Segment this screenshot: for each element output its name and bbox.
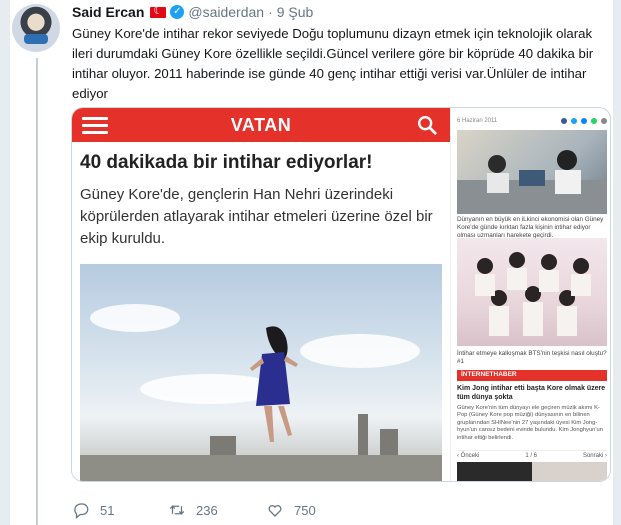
article-screenshot: VATAN 40 dakikada bir intihar ediyorlar!…	[72, 108, 450, 481]
tweet-header: Said Ercan ✓ @saiderdan · 9 Şub	[72, 3, 313, 21]
tweet-actions: 51 236 750	[72, 500, 366, 520]
sidebar-title: Kim Jong intihar etti başta Kore olmak ü…	[457, 385, 606, 401]
pager-count: 1 / 6	[525, 452, 537, 459]
retweet-icon	[169, 505, 185, 515]
sidebar-photo-classroom	[457, 130, 607, 214]
search-icon	[418, 116, 437, 135]
sidebar-topbar: 6 Haziran 2011	[457, 116, 607, 126]
sidebar-kicker: İNTERNETHABER	[457, 370, 607, 381]
woman-figure	[250, 326, 298, 442]
left-rail	[0, 0, 10, 525]
vatan-logo: VATAN	[230, 115, 292, 135]
share-icons	[561, 118, 607, 124]
retweet-count: 236	[196, 502, 218, 518]
right-rail	[613, 0, 621, 525]
like-button[interactable]: 750	[266, 501, 366, 519]
vatan-header: VATAN	[72, 108, 450, 142]
sidebar-body: Güney Kore'nin tüm dünyayı ele geçiren m…	[457, 405, 603, 441]
pager-next: Sonraki ›	[582, 452, 607, 459]
sidebar-photo-bottom	[457, 462, 607, 481]
avatar-scarf	[24, 34, 48, 44]
sidebar-pager: ‹ Önceki 1 / 6 Sonraki ›	[457, 450, 607, 460]
thread-line	[36, 58, 38, 525]
author-name[interactable]: Said Ercan	[72, 4, 144, 20]
reply-icon	[74, 503, 89, 519]
article-sidebar: 6 Haziran 2011 Dünyanın en büyük en iLki…	[450, 108, 610, 481]
twitter-icon	[571, 118, 577, 124]
sidebar-caption-2: İntihar etmeye kalkışmak BTS'nin teşkisi…	[457, 350, 607, 365]
retweet-button[interactable]: 236	[168, 501, 266, 519]
media-card[interactable]: VATAN 40 dakikada bir intihar ediyorlar!…	[71, 107, 611, 482]
pager-prev: ‹ Önceki	[457, 452, 480, 459]
mail-icon	[601, 118, 607, 124]
separator-dot: ·	[268, 4, 273, 20]
turkey-flag-icon	[150, 4, 167, 18]
author-handle[interactable]: @saiderdan	[188, 4, 264, 20]
avatar[interactable]	[12, 4, 60, 52]
messenger-icon	[581, 118, 587, 124]
facebook-icon	[561, 118, 567, 124]
sidebar-caption-1: Dünyanın en büyük en iLkinci ekonomisi o…	[457, 216, 604, 239]
verified-badge-icon: ✓	[170, 5, 185, 19]
article-photo	[80, 264, 442, 481]
whatsapp-icon	[591, 118, 597, 124]
reply-button[interactable]: 51	[72, 501, 168, 519]
heart-icon	[268, 505, 282, 517]
tweet-date[interactable]: 9 Şub	[277, 4, 314, 20]
like-count: 750	[294, 502, 316, 518]
article-lead: Güney Kore'de, gençlerin Han Nehri üzeri…	[80, 186, 433, 247]
sidebar-date: 6 Haziran 2011	[457, 118, 498, 124]
sidebar-photo-group	[457, 238, 607, 346]
article-headline: 40 dakikada bir intihar ediyorlar!	[80, 152, 373, 173]
reply-count: 51	[100, 502, 115, 518]
tweet-text: Güney Kore'de intihar rekor seviyede Doğ…	[72, 26, 594, 101]
